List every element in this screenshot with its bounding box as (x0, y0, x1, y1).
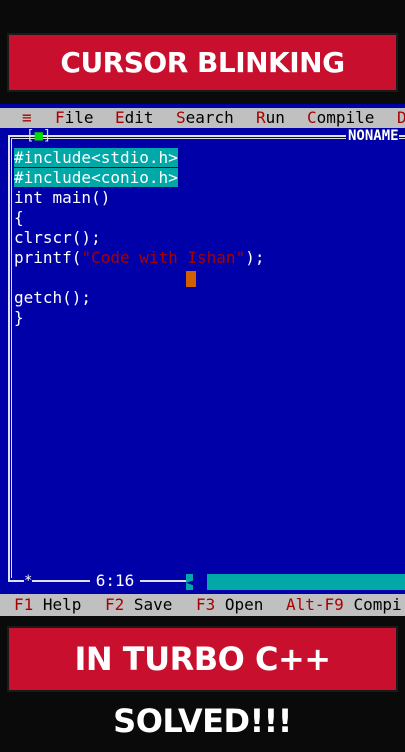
top-banner: CURSOR BLINKING PROBLEM (9, 35, 396, 134)
function-key-bar: F1 Help F2 Save F3 Open Alt-F9 Compi (0, 594, 405, 616)
turbo-cpp-screen: ≡ File Edit Search Run Compile D [■] NON… (0, 104, 405, 616)
code-line: } (14, 308, 24, 327)
code-line: #include<conio.h> (14, 168, 178, 187)
horizontal-scrollbar[interactable] (186, 574, 405, 590)
menu-debug[interactable]: D (397, 108, 405, 128)
close-icon: ■ (34, 128, 43, 144)
menu-run[interactable]: Run (256, 108, 285, 128)
string-literal: "Code with Ishan" (81, 248, 246, 267)
code-line: { (14, 208, 24, 227)
menu-file[interactable]: File (55, 108, 94, 128)
cursor-position: 6:16 (90, 572, 140, 590)
window-title: NONAME (346, 128, 399, 144)
alt-f9-compile-hint[interactable]: Alt-F9 Compi (286, 594, 402, 616)
code-line: #include<stdio.h> (14, 148, 178, 167)
f1-help-hint[interactable]: F1 Help (14, 594, 81, 616)
code-line: clrscr(); (14, 228, 101, 247)
modified-indicator: * (24, 572, 33, 590)
frame-left-line-inner (11, 138, 12, 578)
code-line: getch(); (14, 288, 92, 307)
text-cursor (186, 271, 196, 287)
f2-save-hint[interactable]: F2 Save (105, 594, 172, 616)
scrollbar-thumb[interactable] (193, 574, 207, 590)
frame-left-line (8, 135, 10, 581)
code-line: int main() (14, 188, 111, 207)
code-line: printf("Code with Ishan"); (14, 248, 265, 267)
bottom-banner: IN TURBO C++ SOLVED!!! (9, 628, 396, 740)
menu-edit[interactable]: Edit (115, 108, 154, 128)
menu-compile[interactable]: Compile (307, 108, 374, 128)
system-menu-icon[interactable]: ≡ (22, 108, 32, 128)
menu-bar: ≡ File Edit Search Run Compile D (0, 108, 405, 128)
close-box[interactable]: [■] (26, 128, 51, 144)
menu-search[interactable]: Search (176, 108, 234, 128)
f3-open-hint[interactable]: F3 Open (196, 594, 263, 616)
scroll-left-arrow-icon[interactable]: ◄ (186, 574, 193, 590)
code-editor[interactable]: #include<stdio.h> #include<conio.h> int … (14, 148, 264, 328)
